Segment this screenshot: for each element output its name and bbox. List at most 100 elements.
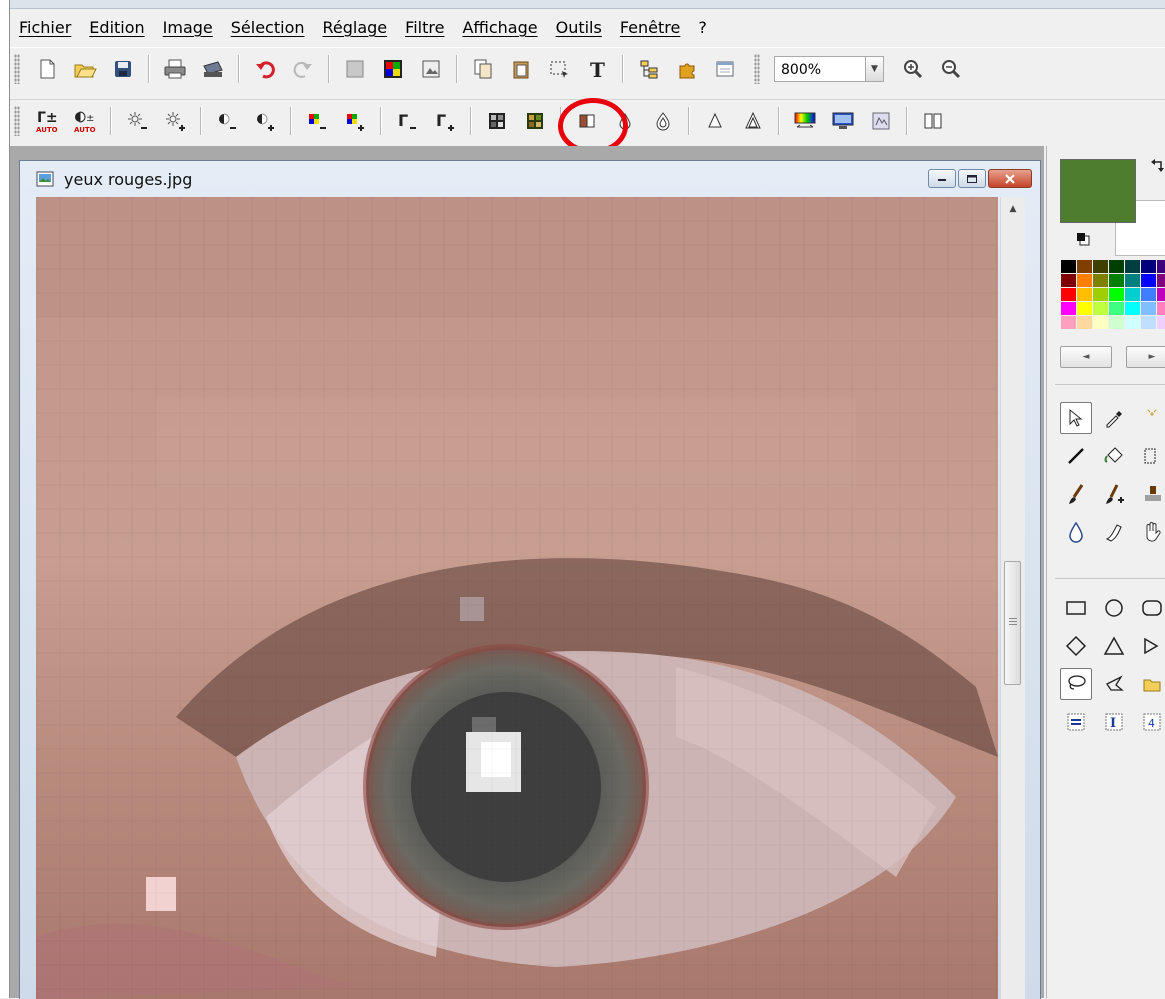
palette-swatch[interactable]: [1077, 316, 1092, 329]
paste-icon[interactable]: [506, 54, 536, 84]
brightness-down-icon[interactable]: [122, 106, 152, 136]
palette-swatch[interactable]: [1141, 302, 1156, 315]
blur-icon[interactable]: [700, 106, 730, 136]
monitor-icon[interactable]: [828, 106, 858, 136]
palette-swatch[interactable]: [1093, 274, 1108, 287]
stamp-icon[interactable]: [1136, 478, 1165, 510]
palette-swatch[interactable]: [1157, 260, 1165, 273]
palette-swatch[interactable]: [1125, 316, 1140, 329]
foreground-color-swatch[interactable]: [1060, 159, 1136, 223]
gray-square-icon[interactable]: [340, 54, 370, 84]
palette-swatch[interactable]: [1157, 316, 1165, 329]
rounded-rect-icon[interactable]: [1136, 592, 1165, 624]
line-style-icon[interactable]: [1060, 706, 1092, 738]
palette-swatch[interactable]: [1109, 316, 1124, 329]
palette-swatch[interactable]: [1109, 302, 1124, 315]
select-arrow-icon[interactable]: [1060, 402, 1092, 434]
palette-swatch[interactable]: [1141, 316, 1156, 329]
menu-affichage[interactable]: Affichage: [453, 18, 546, 37]
contrast-auto-icon[interactable]: ± AUTO: [70, 106, 100, 136]
gamma-auto-icon[interactable]: Γ± AUTO: [32, 106, 62, 136]
image-canvas[interactable]: [36, 197, 998, 999]
scroll-thumb[interactable]: [1004, 561, 1021, 685]
text-cursor-icon[interactable]: I: [1098, 706, 1130, 738]
menu-fenetre[interactable]: Fenêtre: [611, 18, 690, 37]
drop-icon[interactable]: [1060, 516, 1092, 548]
palette-swatch[interactable]: [1061, 316, 1076, 329]
palette-swatch[interactable]: [1109, 274, 1124, 287]
tree-icon[interactable]: [634, 54, 664, 84]
maximize-button[interactable]: [958, 169, 986, 188]
menu-help[interactable]: ?: [689, 18, 716, 37]
palette-swatch[interactable]: [1125, 288, 1140, 301]
palette-swatch[interactable]: [1157, 302, 1165, 315]
swap-colors-icon[interactable]: [1151, 158, 1165, 174]
folder-shape-icon[interactable]: [1136, 668, 1165, 700]
palette-swatch[interactable]: [1141, 288, 1156, 301]
palette-prev-button[interactable]: ◄: [1060, 346, 1112, 368]
magic-wand-icon[interactable]: [1136, 402, 1165, 434]
menu-image[interactable]: Image: [154, 18, 222, 37]
toolbar-grip[interactable]: [14, 106, 20, 136]
reset-colors-icon[interactable]: [1076, 232, 1090, 246]
ellipse-icon[interactable]: [1098, 592, 1130, 624]
lasso-icon[interactable]: [1060, 668, 1092, 700]
undo-icon[interactable]: [250, 54, 280, 84]
flip-icon[interactable]: [918, 106, 948, 136]
palette-swatch[interactable]: [1061, 302, 1076, 315]
palette-swatch[interactable]: [1077, 274, 1092, 287]
diamond-icon[interactable]: [1060, 630, 1092, 662]
palette-swatch[interactable]: [1061, 260, 1076, 273]
toolbar-grip[interactable]: [14, 54, 20, 84]
zoom-field[interactable]: 800%: [774, 56, 866, 82]
brush-plus-icon[interactable]: [1098, 478, 1130, 510]
puzzle-icon[interactable]: [672, 54, 702, 84]
palette-swatch[interactable]: [1157, 288, 1165, 301]
brush-icon[interactable]: [1060, 478, 1092, 510]
palette-swatch[interactable]: [1093, 302, 1108, 315]
hand-icon[interactable]: [1136, 516, 1165, 548]
text-tool-icon[interactable]: [1136, 440, 1165, 472]
print-icon[interactable]: [160, 54, 190, 84]
menu-fichier[interactable]: Fichier: [10, 18, 80, 37]
select-area-icon[interactable]: [544, 54, 574, 84]
palette-swatch[interactable]: [1077, 260, 1092, 273]
palette-swatch[interactable]: [1141, 260, 1156, 273]
blur-more-icon[interactable]: [738, 106, 768, 136]
save-icon[interactable]: [108, 54, 138, 84]
grayscale-grid-icon[interactable]: [482, 106, 512, 136]
open-folder-icon[interactable]: [70, 54, 100, 84]
zoom-combo[interactable]: 800% ▼: [774, 56, 884, 82]
vertical-scrollbar[interactable]: ▲: [1000, 197, 1025, 999]
brightness-up-icon[interactable]: [160, 106, 190, 136]
sepia-grid-icon[interactable]: [520, 106, 550, 136]
toolbar-grip[interactable]: [754, 54, 760, 84]
window-icon[interactable]: [710, 54, 740, 84]
scroll-up-arrow-icon[interactable]: ▲: [1001, 201, 1025, 217]
triangle-icon[interactable]: [1098, 630, 1130, 662]
image-frame-icon[interactable]: [416, 54, 446, 84]
close-button[interactable]: [988, 169, 1032, 188]
copy-icon[interactable]: [468, 54, 498, 84]
noise-icon[interactable]: [866, 106, 896, 136]
color-grid-icon[interactable]: [378, 54, 408, 84]
saturation-down-icon[interactable]: [302, 106, 332, 136]
document-titlebar[interactable]: yeux rouges.jpg: [20, 161, 1040, 197]
gamma-down-icon[interactable]: Γ: [392, 106, 422, 136]
palette-swatch[interactable]: [1093, 316, 1108, 329]
palette-swatch[interactable]: [1125, 302, 1140, 315]
palette-swatch[interactable]: [1109, 260, 1124, 273]
saturation-up-icon[interactable]: [340, 106, 370, 136]
zoom-in-icon[interactable]: [898, 54, 928, 84]
palette-swatch[interactable]: [1061, 274, 1076, 287]
palette-swatch[interactable]: [1125, 260, 1140, 273]
sharpen-icon[interactable]: [610, 106, 640, 136]
contrast-down-icon[interactable]: [212, 106, 242, 136]
line-icon[interactable]: [1060, 440, 1092, 472]
menu-reglage[interactable]: Réglage: [314, 18, 397, 37]
palette-swatch[interactable]: [1093, 260, 1108, 273]
arrow-shape-icon[interactable]: [1136, 630, 1165, 662]
redo-icon[interactable]: [288, 54, 318, 84]
bucket-icon[interactable]: [1098, 440, 1130, 472]
sharpen-more-icon[interactable]: [648, 106, 678, 136]
